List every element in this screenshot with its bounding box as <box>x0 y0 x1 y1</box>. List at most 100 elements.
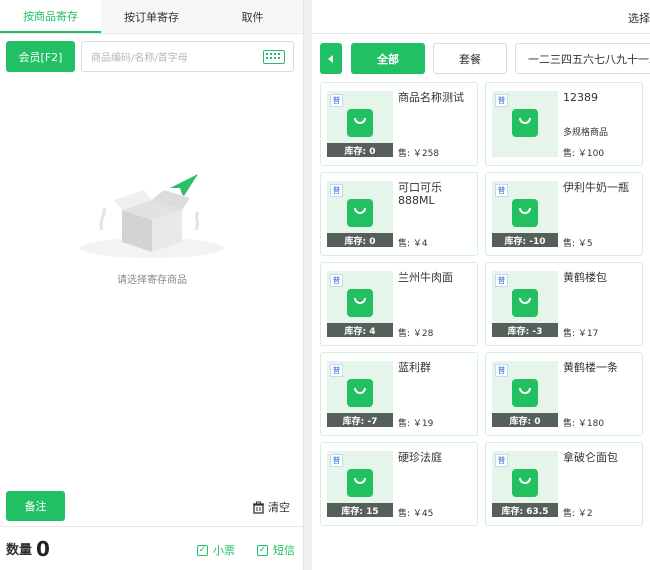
product-thumbnail: 普库存: 0 <box>327 181 393 247</box>
product-price: 售: ￥180 <box>563 419 605 429</box>
shopping-bag-icon <box>347 469 373 497</box>
product-price: 售: ￥2 <box>563 509 593 519</box>
category-package[interactable]: 套餐 <box>433 43 507 74</box>
product-thumbnail: 普库存: 15 <box>327 451 393 517</box>
product-type-tag: 普 <box>330 274 343 287</box>
shopping-bag-icon <box>512 199 538 227</box>
product-type-tag: 普 <box>495 184 508 197</box>
tab-by-order[interactable]: 按订单寄存 <box>101 0 202 33</box>
product-card[interactable]: 普库存: 15 硬珍法庭售: ￥45 <box>320 442 478 526</box>
checkmark-icon: ✓ <box>257 544 268 556</box>
quantity-value: 0 <box>36 536 50 561</box>
checkmark-icon: ✓ <box>197 544 208 556</box>
product-thumbnail: 普库存: 63.5 <box>492 451 558 517</box>
trash-icon <box>253 501 264 514</box>
category-long[interactable]: 一二三四五六七八九十一二 <box>515 43 650 74</box>
product-card[interactable]: 普库存: -7 蓝利群售: ￥19 <box>320 352 478 436</box>
product-type-tag: 普 <box>330 94 343 107</box>
left-panel: 按商品寄存 按订单寄存 取件 会员[F2] 商品编码/名称/首字母 请选择寄存商… <box>0 0 304 570</box>
shopping-bag-icon <box>512 289 538 317</box>
product-thumbnail: 普库存: -7 <box>327 361 393 427</box>
right-header: 选择 <box>312 0 650 34</box>
stock-label: 库存: -7 <box>327 413 393 427</box>
product-thumbnail: 普库存: -10 <box>492 181 558 247</box>
product-card[interactable]: 普库存: 4 兰州牛肉面售: ￥28 <box>320 262 478 346</box>
right-panel: 选择 全部 套餐 一二三四五六七八九十一二 普库存: 0 商品名称测试 售: ￥25… <box>312 0 650 570</box>
select-link[interactable]: 选择 <box>628 10 650 26</box>
shopping-bag-icon <box>347 289 373 317</box>
product-card[interactable]: 普库存: -10 伊利牛奶一瓶 售: ￥5 <box>485 172 643 256</box>
quantity-label: 数量 <box>6 543 33 558</box>
product-type-tag: 普 <box>495 274 508 287</box>
stock-label: 库存: 0 <box>492 413 558 427</box>
stock-label: 库存: 63.5 <box>492 503 558 517</box>
shopping-bag-icon <box>512 109 538 137</box>
tab-by-product[interactable]: 按商品寄存 <box>0 0 101 33</box>
product-thumbnail: 普库存: 0 <box>492 361 558 427</box>
product-name: 12389 <box>563 91 598 104</box>
product-type-tag: 普 <box>330 454 343 467</box>
shopping-bag-icon <box>347 199 373 227</box>
product-name: 黄鹤楼包 <box>563 271 607 284</box>
product-thumbnail: 普 <box>492 91 558 157</box>
stock-label: 库存: 4 <box>327 323 393 337</box>
category-bar: 全部 套餐 一二三四五六七八九十一二 <box>320 43 650 74</box>
product-type-tag: 普 <box>330 364 343 377</box>
tab-pickup[interactable]: 取件 <box>202 0 303 33</box>
remark-button[interactable]: 备注 <box>6 491 65 521</box>
product-thumbnail: 普库存: 4 <box>327 271 393 337</box>
stock-label: 库存: 0 <box>327 143 393 157</box>
product-price: 售: ￥5 <box>563 239 593 249</box>
product-card[interactable]: 普 12389 多规格商品售: ￥100 <box>485 82 643 166</box>
product-name: 商品名称测试 <box>398 91 464 104</box>
product-price: 售: ￥17 <box>563 329 599 339</box>
sms-label: 短信 <box>273 544 295 557</box>
product-price: 售: ￥258 <box>398 149 440 159</box>
product-card[interactable]: 普库存: 63.5 拿破仑面包售: ￥2 <box>485 442 643 526</box>
product-name: 伊利牛奶一瓶 <box>563 181 629 194</box>
empty-state: 请选择寄存商品 <box>0 160 304 286</box>
product-type-tag: 普 <box>495 94 508 107</box>
product-thumbnail: 普库存: -3 <box>492 271 558 337</box>
product-type-tag: 普 <box>495 364 508 377</box>
product-price: 售: ￥45 <box>398 509 434 519</box>
stock-label: 库存: -3 <box>492 323 558 337</box>
shopping-bag-icon <box>512 469 538 497</box>
product-name: 硬珍法庭 <box>398 451 442 464</box>
product-price: 售: ￥19 <box>398 419 434 429</box>
product-thumbnail: 普库存: 0 <box>327 91 393 157</box>
receipt-checkbox[interactable]: ✓ 小票 <box>197 542 235 558</box>
search-input[interactable]: 商品编码/名称/首字母 <box>81 41 294 72</box>
sms-checkbox[interactable]: ✓ 短信 <box>257 542 295 558</box>
product-name: 兰州牛肉面 <box>398 271 453 284</box>
shopping-bag-icon <box>347 379 373 407</box>
clear-button[interactable]: 清空 <box>252 499 290 515</box>
product-name: 拿破仑面包 <box>563 451 618 464</box>
keyboard-icon[interactable] <box>263 50 285 64</box>
stock-label: 库存: 0 <box>327 233 393 247</box>
category-all[interactable]: 全部 <box>351 43 425 74</box>
product-price: 售: ￥28 <box>398 329 434 339</box>
product-card[interactable]: 普库存: 0 可口可乐888ML 售: ￥4 <box>320 172 478 256</box>
shopping-bag-icon <box>512 379 538 407</box>
caret-left-icon <box>328 54 333 63</box>
scroll-left-button[interactable] <box>320 43 342 74</box>
product-spec: 多规格商品 <box>563 128 609 138</box>
quantity-footer: 数量 0 ✓ 小票 ✓ 短信 <box>0 526 304 570</box>
receipt-label: 小票 <box>213 544 235 557</box>
stock-label: 库存: 15 <box>327 503 393 517</box>
shopping-bag-icon <box>347 109 373 137</box>
member-button[interactable]: 会员[F2] <box>6 41 75 72</box>
product-name: 可口可乐888ML <box>398 181 442 207</box>
deposit-tabs: 按商品寄存 按订单寄存 取件 <box>0 0 303 34</box>
product-name: 蓝利群 <box>398 361 431 374</box>
product-card[interactable]: 普库存: -3 黄鹤楼包售: ￥17 <box>485 262 643 346</box>
empty-text: 请选择寄存商品 <box>117 275 187 286</box>
product-price: 售: ￥4 <box>398 239 428 249</box>
product-type-tag: 普 <box>495 454 508 467</box>
product-price: 售: ￥100 <box>563 149 605 159</box>
empty-box-illustration <box>80 174 224 258</box>
product-card[interactable]: 普库存: 0 黄鹤楼一条售: ￥180 <box>485 352 643 436</box>
product-card[interactable]: 普库存: 0 商品名称测试 售: ￥258 <box>320 82 478 166</box>
product-name: 黄鹤楼一条 <box>563 361 618 374</box>
